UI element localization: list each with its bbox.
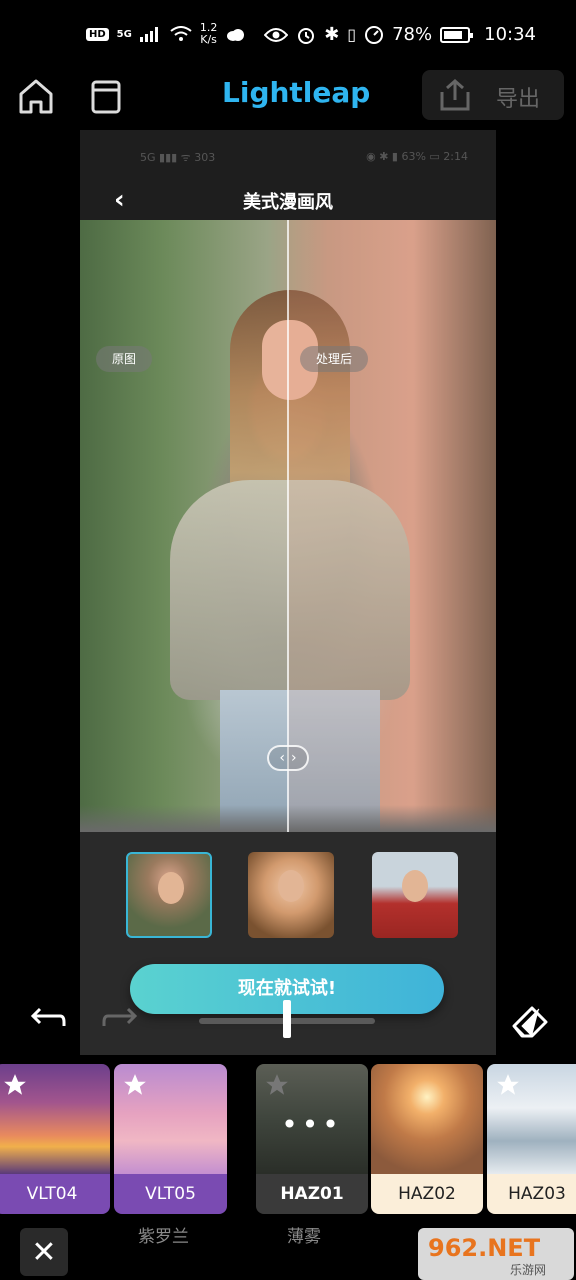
redo-button[interactable] — [100, 1004, 140, 1036]
status-right: ✱ ▯ 78% 10:34 — [264, 24, 536, 45]
sample-thumb[interactable] — [372, 852, 458, 938]
chevron-right-icon: › — [291, 750, 297, 766]
app-title: Lightleap — [222, 76, 371, 109]
category-label[interactable]: 薄雾 — [287, 1222, 321, 1247]
status-bar: HD 5G 1.2 K/s ✱ ▯ 78% 10:34 — [0, 0, 576, 70]
category-label[interactable]: 紫罗兰 — [138, 1222, 189, 1247]
home-button[interactable] — [16, 76, 56, 116]
hd-badge: HD — [86, 27, 109, 41]
thumb-face — [402, 870, 428, 902]
undo-icon — [30, 1007, 66, 1026]
watermark-sub: 乐游网 — [510, 1263, 546, 1277]
filter-card[interactable]: VLT05 — [114, 1064, 227, 1214]
sample-thumbnails — [80, 852, 496, 940]
export-button[interactable]: 导出 — [422, 70, 564, 120]
star-icon[interactable] — [264, 1072, 290, 1098]
filter-name: HAZ02 — [371, 1174, 483, 1214]
alarm-icon — [298, 27, 315, 44]
close-button[interactable]: ✕ — [20, 1228, 68, 1276]
cloud-icon — [227, 29, 245, 41]
vibrate-icon: ▯ — [347, 25, 357, 44]
filter-card-selected[interactable]: ••• HAZ01 — [256, 1064, 368, 1214]
processed-overlay — [288, 220, 496, 832]
inner-title: 美式漫画风 — [243, 192, 333, 213]
app-toolbar: Lightleap 导出 — [0, 70, 576, 125]
share-icon — [440, 79, 470, 111]
filter-preview — [371, 1064, 483, 1174]
star-icon[interactable] — [2, 1072, 28, 1098]
speed-icon — [365, 25, 384, 44]
eye-icon — [264, 27, 289, 42]
layers-button[interactable] — [86, 76, 126, 116]
filter-strip: VLT04 VLT05 ••• HAZ01 HAZ02 HAZ03 — [0, 1062, 576, 1214]
inner-header: ‹ 美式漫画风 — [80, 180, 496, 220]
site-watermark: 962.NET 乐游网 — [418, 1228, 574, 1280]
split-handle[interactable]: ‹ › — [267, 745, 309, 771]
filter-card[interactable]: VLT04 — [0, 1064, 110, 1214]
before-label: 原图 — [96, 346, 153, 372]
home-icon — [19, 79, 53, 114]
network-icon: 5G — [116, 28, 132, 40]
status-left: HD 5G 1.2 K/s — [86, 22, 245, 46]
watermark-brand: 962.NET — [428, 1234, 541, 1262]
split-divider — [287, 220, 289, 832]
filter-card[interactable]: HAZ03 — [487, 1064, 576, 1214]
clock: 10:34 — [484, 24, 536, 45]
more-options-icon[interactable]: ••• — [256, 1108, 368, 1141]
thumb-face — [158, 872, 184, 904]
bluetooth-icon: ✱ — [324, 24, 340, 45]
inner-status-right: ◉ ✱ ▮ 63% ▭ 2:14 — [366, 150, 468, 163]
filter-name: HAZ03 — [487, 1174, 576, 1214]
filter-name: HAZ01 — [256, 1174, 368, 1214]
battery-icon — [440, 26, 474, 43]
signal-icon — [139, 27, 158, 42]
redo-icon — [102, 1007, 138, 1026]
star-icon[interactable] — [495, 1072, 521, 1098]
eraser-button[interactable] — [508, 1000, 552, 1040]
sample-thumb[interactable] — [126, 852, 212, 938]
chevron-left-icon: ‹ — [279, 750, 285, 766]
inner-status-bar: 5G ▮▮▮ ᯤ 303 ◉ ✱ ▮ 63% ▭ 2:14 — [80, 130, 496, 180]
preview-canvas: 5G ▮▮▮ ᯤ 303 ◉ ✱ ▮ 63% ▭ 2:14 ‹ 美式漫画风 原图… — [80, 130, 496, 1055]
eraser-icon — [512, 1006, 548, 1038]
slider-thumb[interactable] — [283, 1000, 291, 1038]
inner-status-left: 5G ▮▮▮ ᯤ 303 — [140, 151, 216, 164]
archive-icon — [91, 80, 121, 114]
undo-button[interactable] — [28, 1004, 68, 1036]
wifi-icon — [170, 26, 192, 41]
net-speed-unit: K/s — [200, 33, 217, 46]
filter-name: VLT05 — [114, 1174, 227, 1214]
battery-percent: 78% — [392, 24, 433, 45]
after-label: 处理后 — [300, 346, 369, 372]
thumb-face — [278, 870, 304, 902]
filter-name: VLT04 — [0, 1174, 110, 1214]
net-speed: 1.2 K/s — [200, 22, 218, 46]
sample-thumb[interactable] — [248, 852, 334, 938]
filter-card[interactable]: HAZ02 — [371, 1064, 483, 1214]
export-label: 导出 — [496, 87, 541, 112]
star-icon[interactable] — [122, 1072, 148, 1098]
close-icon: ✕ — [31, 1234, 57, 1270]
